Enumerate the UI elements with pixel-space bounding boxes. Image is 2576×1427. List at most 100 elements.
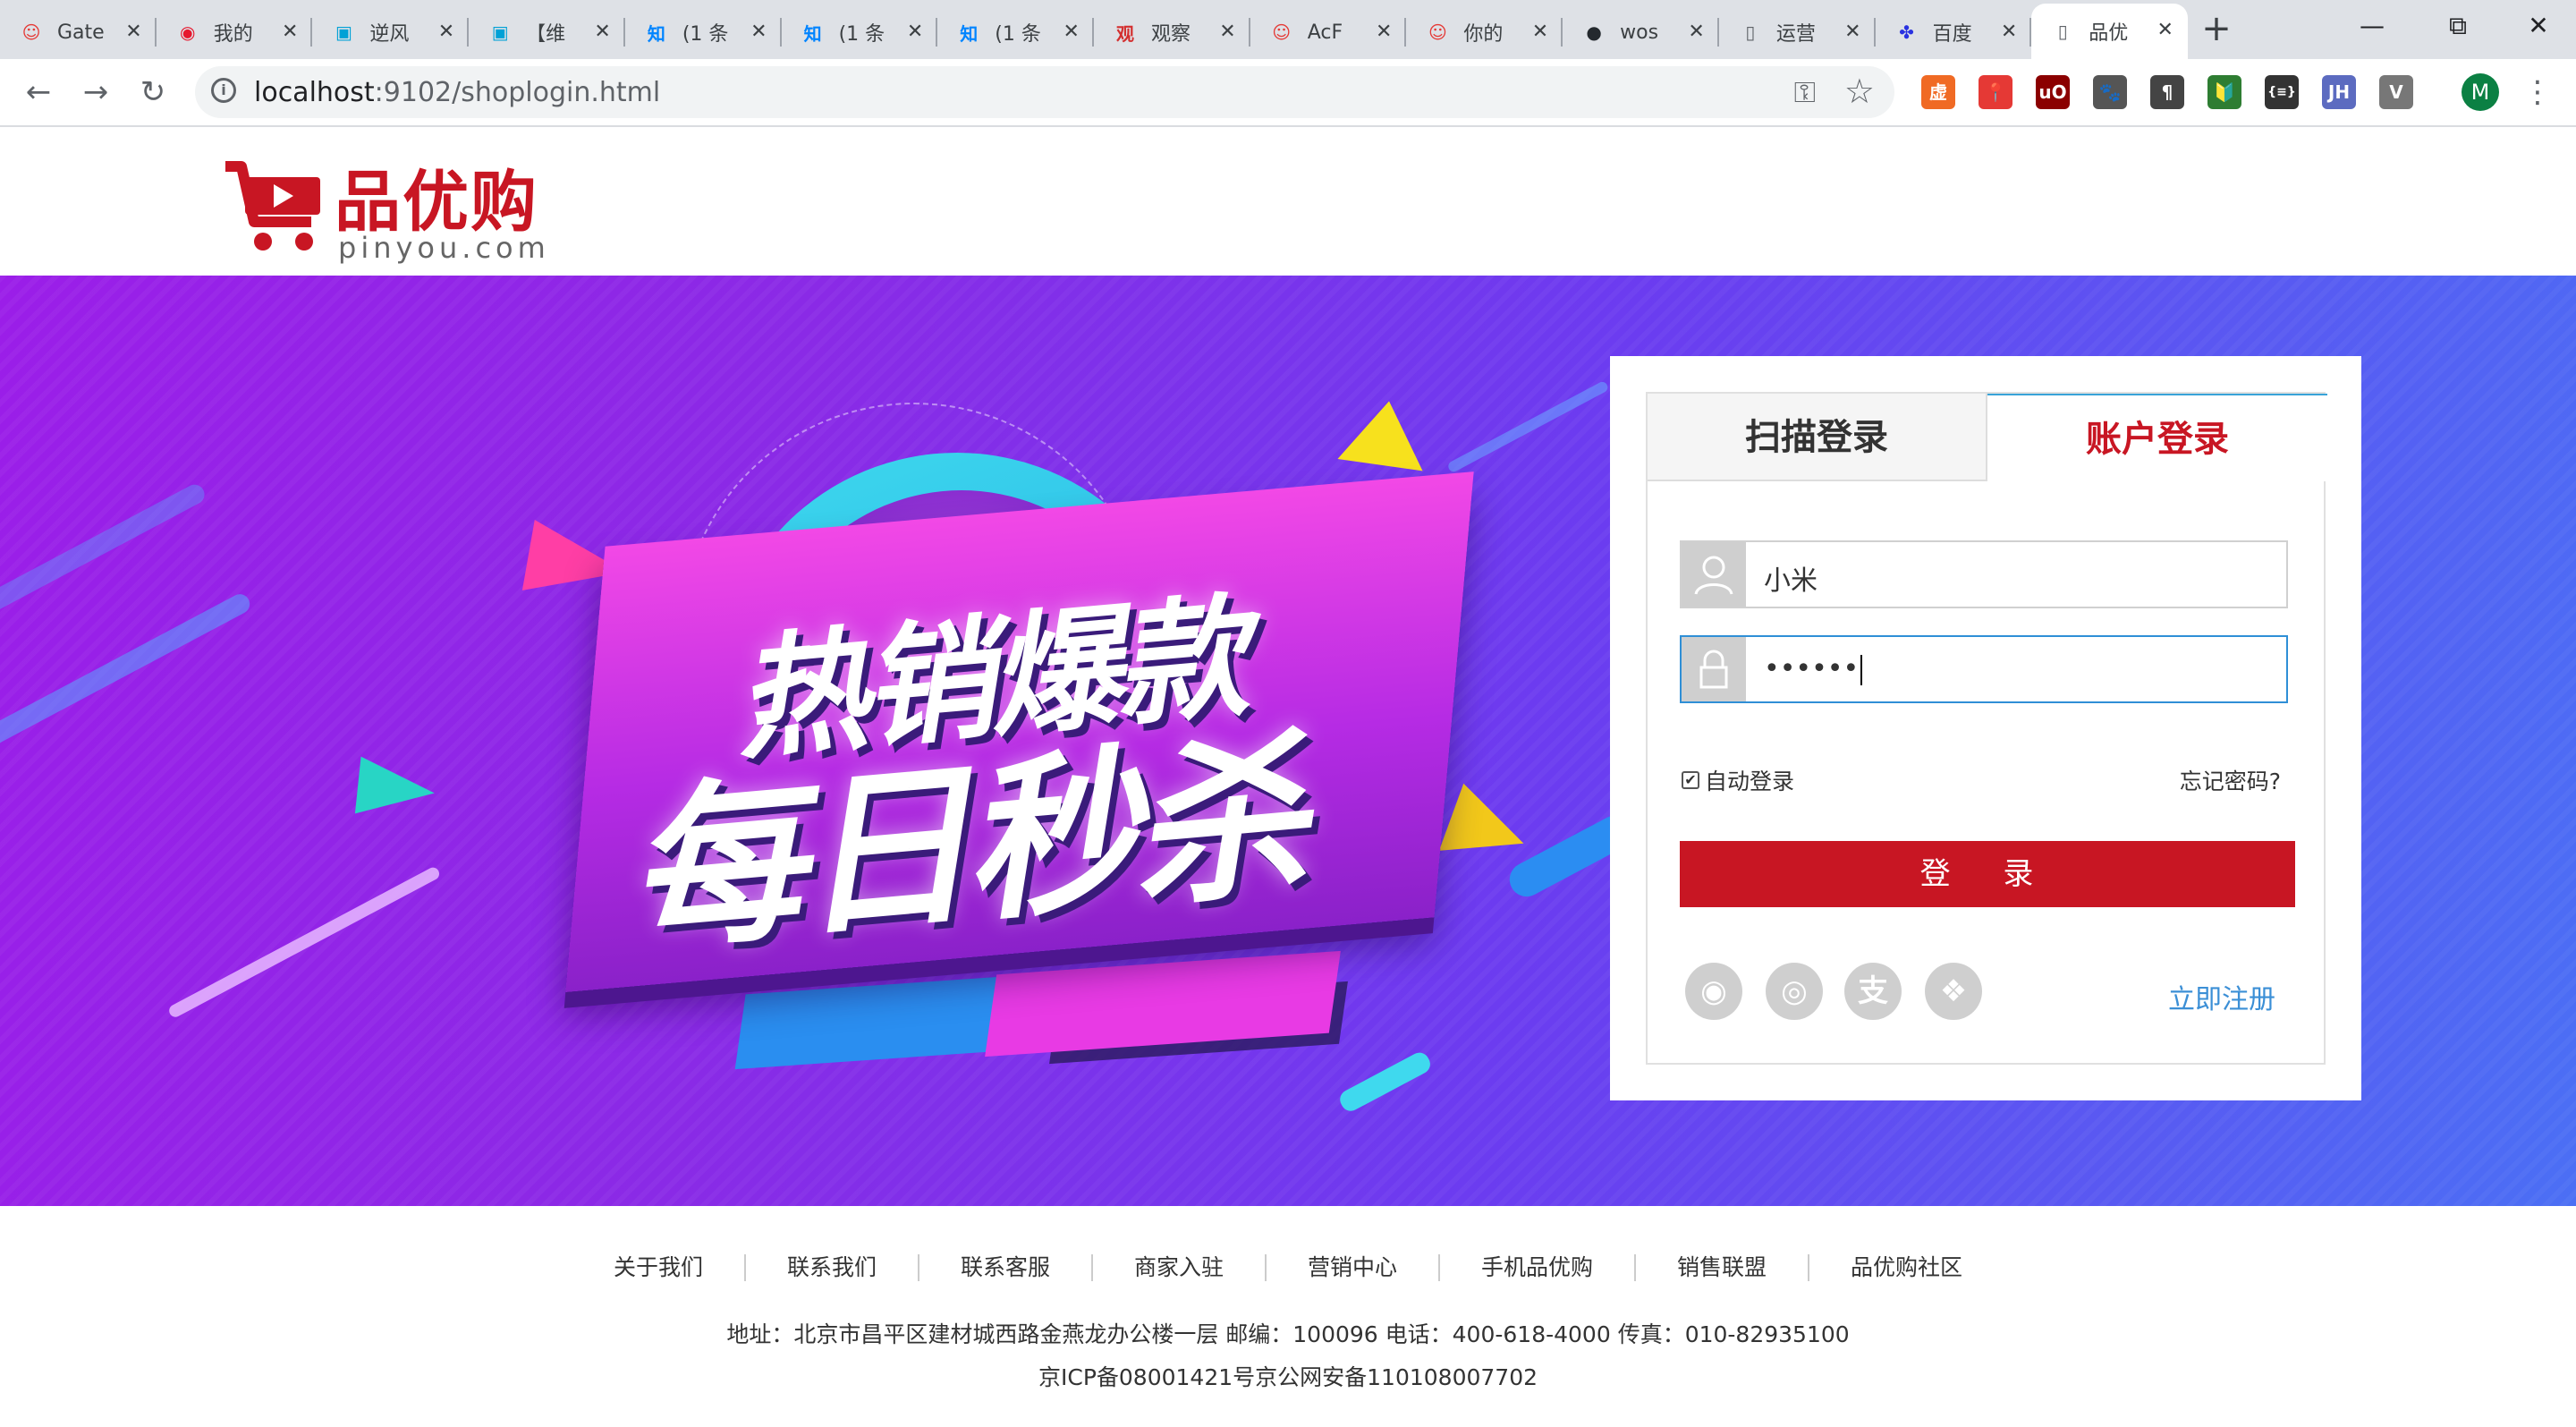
site-header: 品优购 pinyou.com: [0, 127, 2576, 276]
footer-icp: 京ICP备08001421号京公网安备110108007702: [1038, 1364, 1538, 1390]
browser-tab[interactable]: ▣ 逆风 ✕: [312, 5, 470, 59]
tab-close-icon[interactable]: ✕: [125, 19, 141, 46]
footer-link[interactable]: 联系我们: [746, 1254, 919, 1281]
tab-close-icon[interactable]: ✕: [1844, 19, 1860, 46]
tab-title: 品优: [2089, 22, 2129, 45]
alipay-login[interactable]: 支: [1844, 963, 1902, 1020]
browser-tab[interactable]: ◉ 我的 ✕: [157, 5, 313, 59]
address-url[interactable]: localhost:9102/shoplogin.html: [254, 77, 660, 108]
minimize-button[interactable]: —: [2329, 0, 2415, 52]
site-logo[interactable]: 品优购 pinyou.com: [222, 147, 546, 265]
remember-label: 自动登录: [1705, 769, 1795, 794]
tab-scan-login[interactable]: 扫描登录: [1648, 394, 1987, 481]
tab-close-icon[interactable]: ✕: [1063, 19, 1080, 46]
tab-close-icon[interactable]: ✕: [2001, 19, 2017, 46]
browser-tab[interactable]: ☺ AcF ✕: [1250, 5, 1407, 59]
browser-tab[interactable]: ● wos ✕: [1563, 5, 1719, 59]
footer-link[interactable]: 手机品优购: [1440, 1254, 1637, 1281]
qq-login[interactable]: ◉: [1685, 963, 1742, 1020]
forward-arrow-icon[interactable]: →: [75, 72, 116, 113]
tab-close-icon[interactable]: ✕: [907, 19, 923, 46]
zhihu-icon: 知: [960, 22, 979, 45]
extension-icon[interactable]: {≡}: [2265, 75, 2299, 109]
browser-tabstrip: ☺ Gate ✕ ◉ 我的 ✕ ▣ 逆风 ✕ ▣ 【维 ✕ 知 (1 条 ✕ 知 (1 条 ✕ 知 (1 条 ✕ 观观察 ✕…: [0, 0, 2576, 59]
footer-links: 关于我们 联系我们 联系客服 商家入驻 营销中心 手机品优购 销售联盟 品优购社区: [0, 1254, 2576, 1281]
tab-close-icon[interactable]: ✕: [438, 19, 454, 46]
mascot-icon: ☺: [21, 21, 41, 43]
extension-icon[interactable]: 🔰: [2207, 75, 2241, 109]
tab-close-icon[interactable]: ✕: [594, 19, 610, 46]
username-field[interactable]: 小米: [1680, 540, 2288, 608]
browser-tab[interactable]: ▯ 品优 ✕: [2031, 4, 2188, 59]
mascot-icon: ☺: [1272, 21, 1292, 43]
bookmark-star-icon[interactable]: ☆: [1844, 72, 1875, 111]
back-arrow-icon[interactable]: ←: [18, 72, 59, 113]
footer-link[interactable]: 联系客服: [919, 1254, 1093, 1281]
browser-tab[interactable]: ▣ 【维 ✕: [469, 5, 625, 59]
close-window-button[interactable]: ✕: [2501, 0, 2576, 52]
browser-menu-icon[interactable]: ⋮: [2522, 72, 2553, 113]
login-panel: 扫描登录 账户登录 小米 •••••• ✔ 自动登录 忘记密码? 登 录 ◉ ◎…: [1610, 356, 2361, 1100]
profile-avatar[interactable]: M: [2462, 73, 2499, 111]
bilibili-icon: ▣: [491, 21, 509, 43]
tab-close-icon[interactable]: ✕: [750, 19, 767, 46]
tab-close-icon[interactable]: ✕: [1376, 19, 1392, 46]
tab-close-icon[interactable]: ✕: [1219, 19, 1235, 46]
mascot-icon: ☺: [1428, 21, 1447, 43]
tab-close-icon[interactable]: ✕: [1532, 19, 1548, 46]
footer-link[interactable]: 关于我们: [572, 1254, 746, 1281]
browser-tab[interactable]: ✤ 百度 ✕: [1876, 5, 2032, 59]
site-info-icon[interactable]: i: [211, 78, 236, 103]
username-value[interactable]: 小米: [1764, 558, 1818, 598]
password-value[interactable]: ••••••: [1764, 653, 1863, 685]
footer-link[interactable]: 营销中心: [1267, 1254, 1441, 1281]
extension-icon[interactable]: JH: [2322, 75, 2356, 109]
tab-close-icon[interactable]: ✕: [1688, 19, 1704, 46]
login-button[interactable]: 登 录: [1680, 841, 2295, 907]
cart-logo-icon: [225, 161, 320, 251]
tab-title: 你的: [1463, 23, 1504, 46]
new-tab-button[interactable]: +: [2197, 9, 2236, 48]
register-link[interactable]: 立即注册: [2168, 977, 2275, 1016]
tab-title: 百度: [1932, 23, 1972, 46]
browser-tab[interactable]: 观观察 ✕: [1094, 5, 1250, 59]
github-icon: ●: [1586, 21, 1602, 43]
remember-me[interactable]: ✔ 自动登录: [1682, 764, 1794, 796]
browser-tab[interactable]: 知 (1 条 ✕: [782, 5, 938, 59]
forgot-password-link[interactable]: 忘记密码?: [2180, 764, 2281, 796]
reload-icon[interactable]: ↻: [132, 72, 174, 113]
footer-link[interactable]: 品优购社区: [1809, 1254, 2004, 1281]
weibo-icon: ◉: [179, 21, 196, 43]
qq-icon: ◉: [1700, 973, 1727, 1009]
weibo-login[interactable]: ◎: [1766, 963, 1823, 1020]
tab-close-icon[interactable]: ✕: [2157, 17, 2174, 44]
tab-title: 运营: [1775, 23, 1816, 46]
login-tabs: 扫描登录 账户登录: [1648, 394, 2327, 483]
tab-title: Gate: [57, 21, 105, 44]
browser-tab[interactable]: ▯ 运营 ✕: [1719, 5, 1876, 59]
zhihu-icon: 知: [647, 22, 665, 45]
tab-title: 我的: [213, 23, 253, 46]
key-icon[interactable]: ⚿: [1794, 75, 1816, 110]
extension-icon[interactable]: 📍: [1979, 75, 2012, 109]
address-bar[interactable]: i localhost:9102/shoplogin.html ⚿ ☆: [195, 66, 1894, 118]
browser-tab[interactable]: ☺ 你的 ✕: [1406, 5, 1563, 59]
wechat-login[interactable]: ❖: [1925, 963, 1982, 1020]
tab-account-login[interactable]: 账户登录: [1987, 394, 2327, 481]
baidu-icon: ✤: [1899, 21, 1914, 43]
remember-checkbox[interactable]: ✔: [1682, 771, 1699, 789]
browser-tab[interactable]: 知 (1 条 ✕: [625, 5, 782, 59]
footer-link[interactable]: 商家入驻: [1093, 1254, 1267, 1281]
browser-tab[interactable]: 知 (1 条 ✕: [937, 5, 1094, 59]
footer-link[interactable]: 销售联盟: [1636, 1254, 1810, 1281]
browser-tab[interactable]: ☺ Gate ✕: [0, 5, 157, 59]
extension-icon[interactable]: V: [2379, 75, 2413, 109]
extension-icon[interactable]: uO: [2036, 75, 2070, 109]
extension-icon[interactable]: 虚: [1921, 75, 1955, 109]
weibo-icon: ◎: [1781, 973, 1808, 1009]
restore-button[interactable]: ⧉: [2415, 0, 2501, 52]
tab-close-icon[interactable]: ✕: [282, 19, 298, 46]
password-field[interactable]: ••••••: [1680, 635, 2288, 703]
extension-icon[interactable]: ¶: [2150, 75, 2184, 109]
extension-icon[interactable]: 🐾: [2093, 75, 2127, 109]
